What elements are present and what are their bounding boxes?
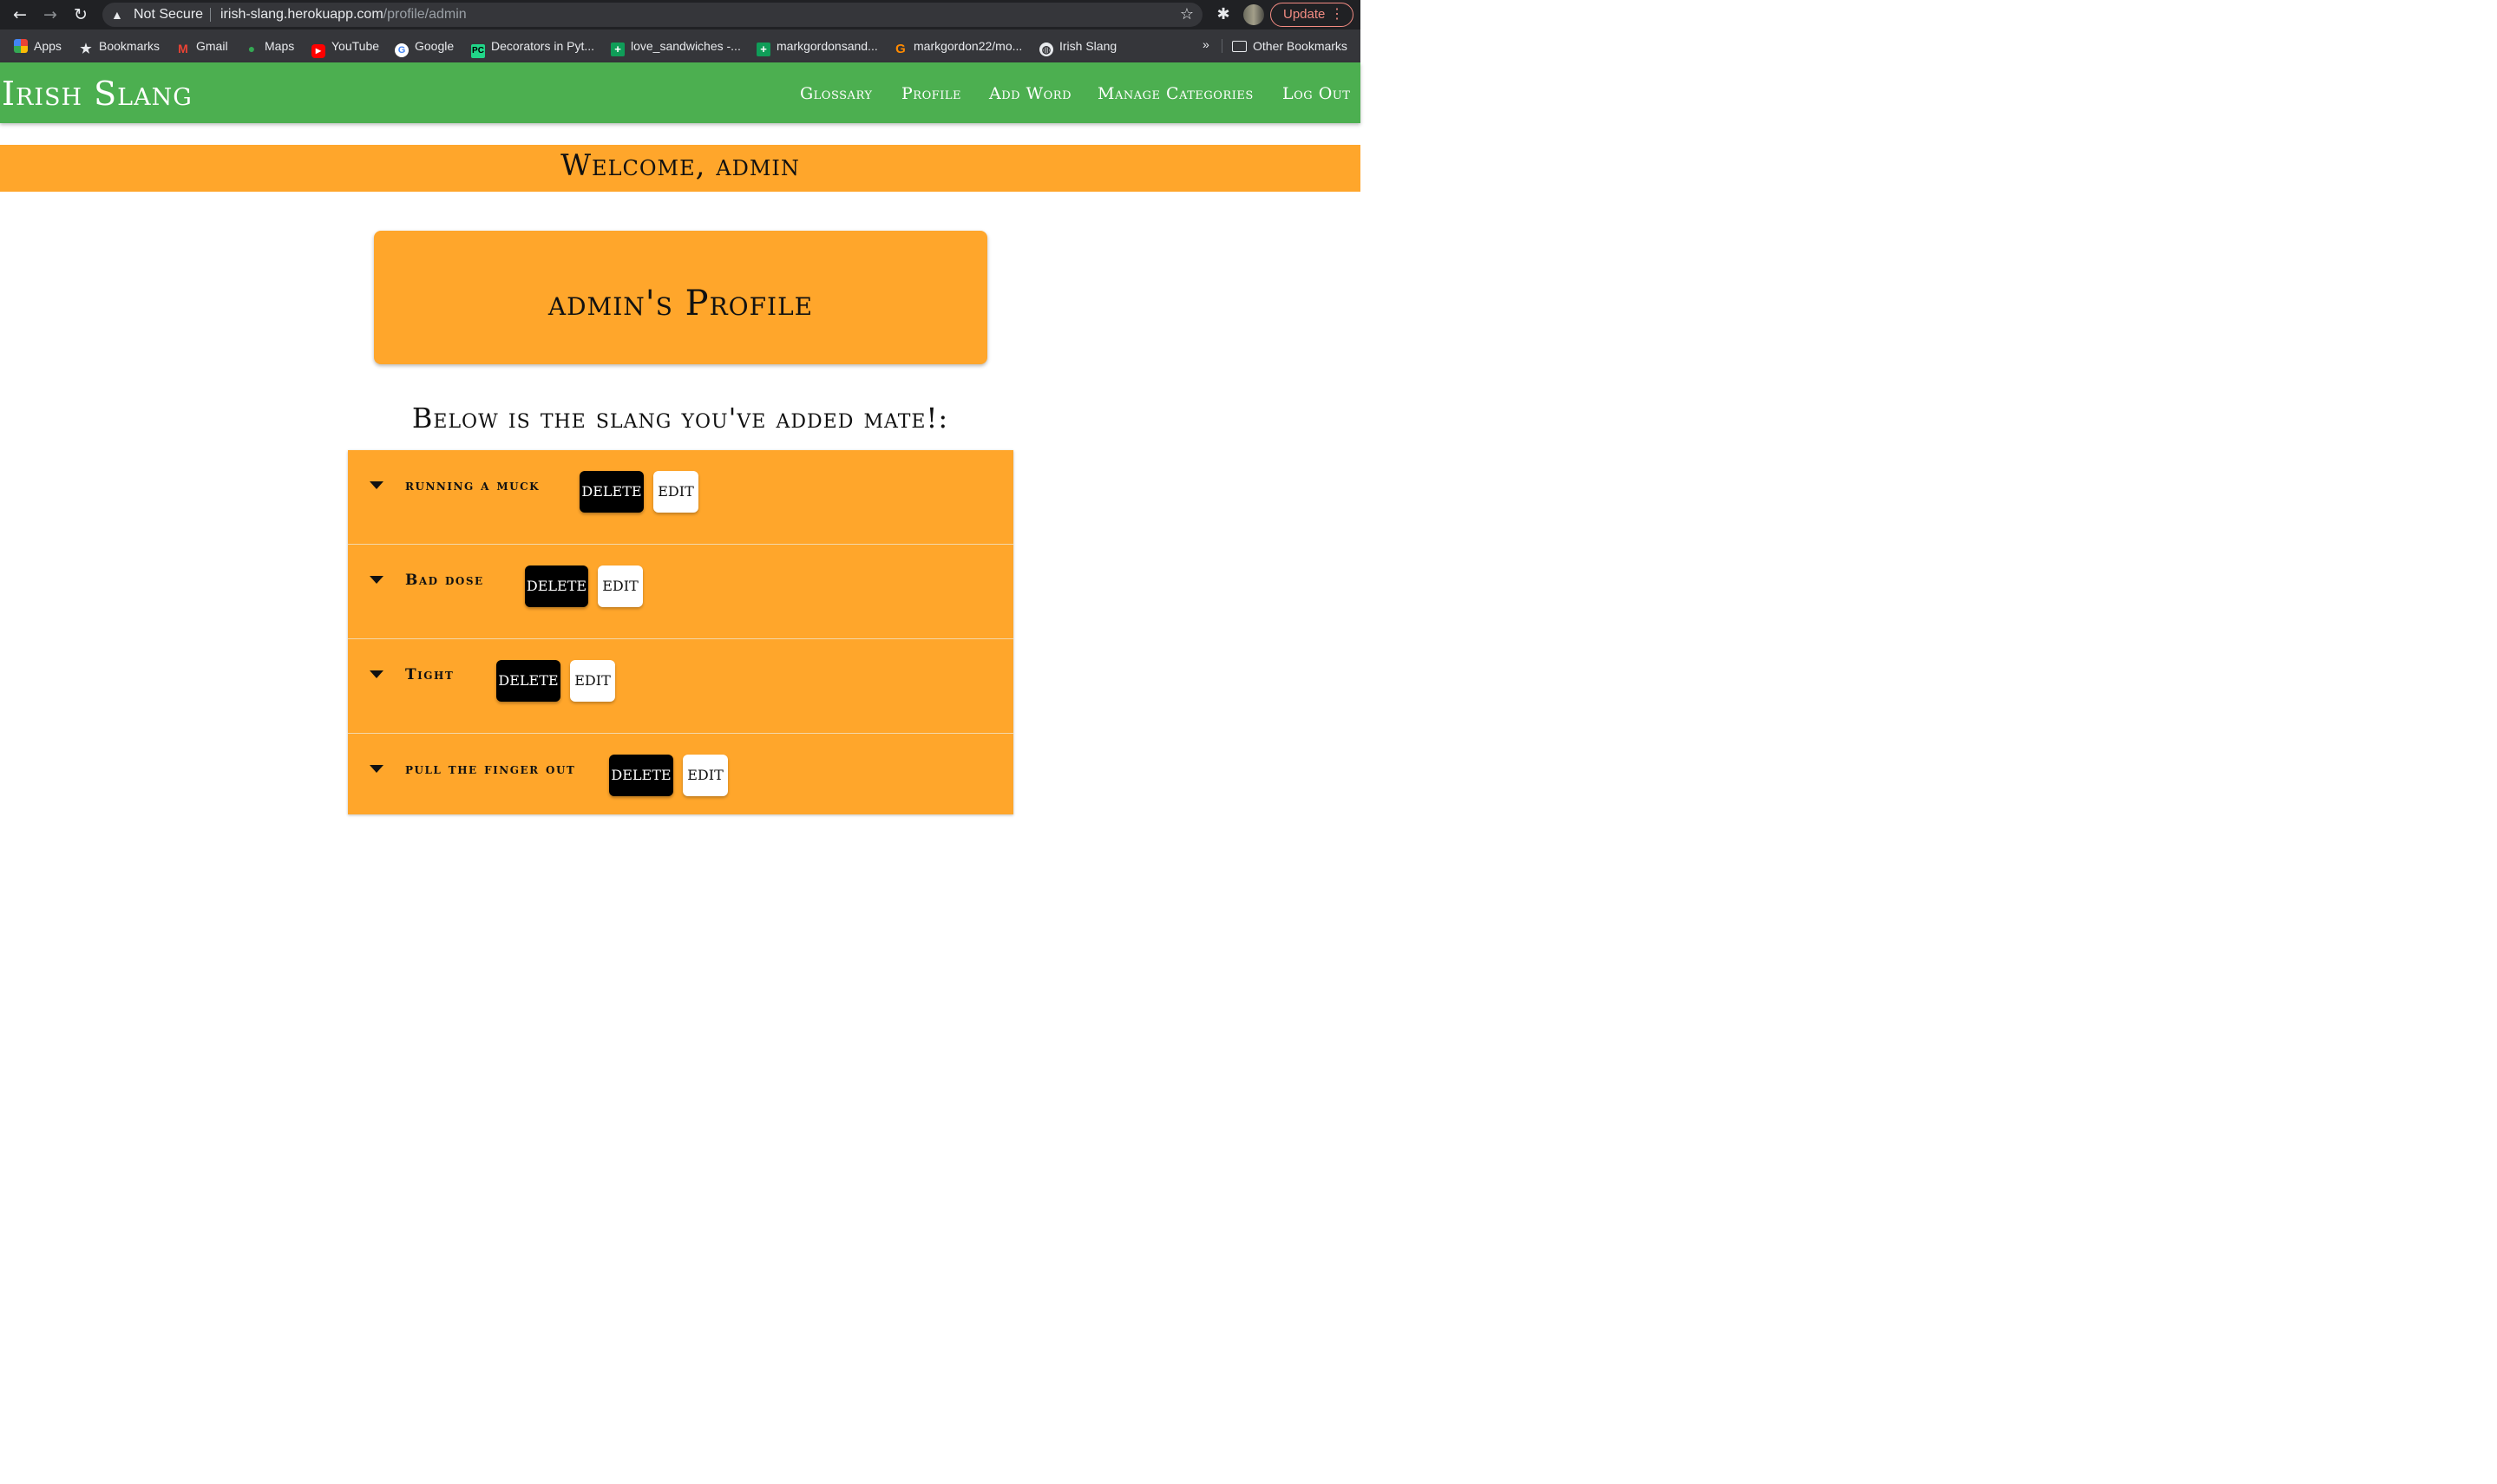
url-host: irish-slang.herokuapp.com bbox=[220, 7, 383, 22]
bookmark-label: Irish Slang bbox=[1059, 39, 1117, 53]
slang-word[interactable]: Bad dose bbox=[405, 571, 484, 590]
address-bar[interactable]: ▲ Not Secure irish-slang.herokuapp.com/p… bbox=[102, 3, 1203, 27]
sheets-icon: + bbox=[757, 42, 770, 56]
bookmark-love-sandwiches[interactable]: + love_sandwiches -... bbox=[611, 38, 741, 56]
bookmark-decorators[interactable]: PC Decorators in Pyt... bbox=[471, 38, 595, 58]
profile-card: admin's Profile bbox=[374, 231, 987, 364]
bookmark-bookmarks[interactable]: ★ Bookmarks bbox=[79, 38, 161, 56]
bookmarks-bar: Apps ★ Bookmarks M Gmail ● Maps ▶ YouTube GG… bbox=[0, 29, 1360, 62]
nav-log-out[interactable]: Log Out bbox=[1282, 83, 1350, 104]
bookmark-label: markgordon22/mo... bbox=[914, 39, 1023, 53]
kebab-menu-icon[interactable]: ⋮ bbox=[1330, 3, 1344, 26]
bookmark-label: YouTube bbox=[331, 39, 380, 53]
brand-logo[interactable]: Irish Slang bbox=[2, 75, 193, 113]
globe-icon: ◍ bbox=[1039, 42, 1053, 56]
gmail-icon: M bbox=[178, 42, 188, 56]
welcome-banner: Welcome, admin bbox=[0, 145, 1360, 192]
caret-down-icon[interactable] bbox=[370, 481, 383, 489]
bookmark-youtube[interactable]: ▶ YouTube bbox=[311, 38, 380, 58]
caret-down-icon[interactable] bbox=[370, 576, 383, 584]
welcome-text: Welcome, admin bbox=[560, 148, 800, 183]
back-arrow-icon[interactable]: ← bbox=[9, 3, 31, 26]
bookmark-label: Bookmarks bbox=[99, 39, 161, 53]
sheets-icon: + bbox=[611, 42, 625, 56]
star-icon: ★ bbox=[80, 42, 92, 56]
url-text[interactable]: irish-slang.herokuapp.com/profile/admin bbox=[220, 3, 467, 27]
edit-button[interactable]: EDIT bbox=[683, 755, 728, 796]
bookmarks-overflow-chevron-icon[interactable]: » bbox=[1203, 37, 1209, 51]
youtube-icon: ▶ bbox=[311, 44, 325, 58]
delete-button[interactable]: DELETE bbox=[609, 755, 673, 796]
slang-collapsible-list: running a muck DELETE EDIT Bad dose DELE… bbox=[348, 450, 1013, 814]
bookmark-label: Apps bbox=[34, 39, 62, 53]
apps-grid-icon bbox=[14, 39, 28, 53]
bookmark-label: markgordonsand... bbox=[777, 39, 878, 53]
caret-down-icon[interactable] bbox=[370, 670, 383, 678]
update-button[interactable]: Update ⋮ bbox=[1270, 3, 1353, 27]
list-item[interactable]: pull the finger out DELETE EDIT bbox=[348, 734, 1013, 828]
warning-icon[interactable]: ▲ bbox=[111, 3, 123, 27]
list-item[interactable]: Bad dose DELETE EDIT bbox=[348, 545, 1013, 639]
bookmark-markgordon22[interactable]: Gmarkgordon22/mo... bbox=[894, 38, 1023, 56]
maps-pin-icon: ● bbox=[247, 42, 256, 56]
url-path: /profile/admin bbox=[383, 7, 467, 22]
slang-word[interactable]: running a muck bbox=[405, 476, 540, 495]
bookmark-label: Maps bbox=[265, 39, 295, 53]
site-navbar: Irish Slang Glossary Profile Add Word Ma… bbox=[0, 62, 1360, 123]
edit-button[interactable]: EDIT bbox=[598, 565, 643, 607]
address-separator bbox=[210, 8, 211, 22]
edit-button[interactable]: EDIT bbox=[570, 660, 615, 702]
pycharm-icon: PC bbox=[471, 44, 485, 58]
bookmark-label: Decorators in Pyt... bbox=[491, 39, 595, 53]
slang-word[interactable]: Tight bbox=[405, 665, 454, 684]
bookmark-label: Other Bookmarks bbox=[1253, 39, 1347, 53]
bookmark-label: Google bbox=[415, 39, 455, 53]
reload-icon[interactable]: ↻ bbox=[69, 3, 92, 26]
bookmark-label: love_sandwiches -... bbox=[631, 39, 741, 53]
browser-toolbar: ← → ↻ ▲ Not Secure irish-slang.herokuapp… bbox=[0, 0, 1360, 29]
forward-arrow-icon[interactable]: → bbox=[39, 3, 62, 26]
bookmark-google[interactable]: G Google bbox=[395, 38, 455, 57]
edit-button[interactable]: EDIT bbox=[653, 471, 698, 513]
delete-button[interactable]: DELETE bbox=[580, 471, 644, 513]
gitpod-icon: G bbox=[895, 42, 906, 56]
google-icon: G bbox=[395, 43, 409, 57]
profile-title: admin's Profile bbox=[547, 284, 814, 324]
nav-glossary[interactable]: Glossary bbox=[800, 83, 872, 104]
slang-list-heading: Below is the slang you've added mate!: bbox=[411, 402, 949, 435]
bookmark-markgordonsand[interactable]: + markgordonsand... bbox=[757, 38, 878, 56]
slang-word[interactable]: pull the finger out bbox=[405, 760, 575, 779]
bookmark-other[interactable]: Other Bookmarks bbox=[1232, 38, 1347, 54]
folder-icon bbox=[1232, 41, 1247, 52]
nav-add-word[interactable]: Add Word bbox=[989, 83, 1072, 104]
nav-manage-categories[interactable]: Manage Categories bbox=[1098, 83, 1254, 104]
security-label[interactable]: Not Secure bbox=[134, 3, 203, 27]
profile-avatar[interactable] bbox=[1243, 4, 1264, 25]
puzzle-icon[interactable]: ✱ bbox=[1213, 3, 1234, 26]
bookmark-maps[interactable]: ● Maps bbox=[245, 38, 295, 56]
bookmark-irish-slang[interactable]: ◍ Irish Slang bbox=[1039, 38, 1117, 56]
list-item[interactable]: Tight DELETE EDIT bbox=[348, 639, 1013, 734]
bookmark-star-icon[interactable]: ☆ bbox=[1180, 3, 1194, 27]
update-label: Update bbox=[1283, 7, 1326, 22]
delete-button[interactable]: DELETE bbox=[496, 660, 560, 702]
bookmark-label: Gmail bbox=[196, 39, 228, 53]
caret-down-icon[interactable] bbox=[370, 765, 383, 773]
list-item[interactable]: running a muck DELETE EDIT bbox=[348, 450, 1013, 545]
delete-button[interactable]: DELETE bbox=[525, 565, 588, 607]
bookmark-apps[interactable]: Apps bbox=[14, 38, 62, 54]
bookmark-gmail[interactable]: M Gmail bbox=[176, 38, 228, 56]
nav-profile[interactable]: Profile bbox=[901, 83, 961, 104]
